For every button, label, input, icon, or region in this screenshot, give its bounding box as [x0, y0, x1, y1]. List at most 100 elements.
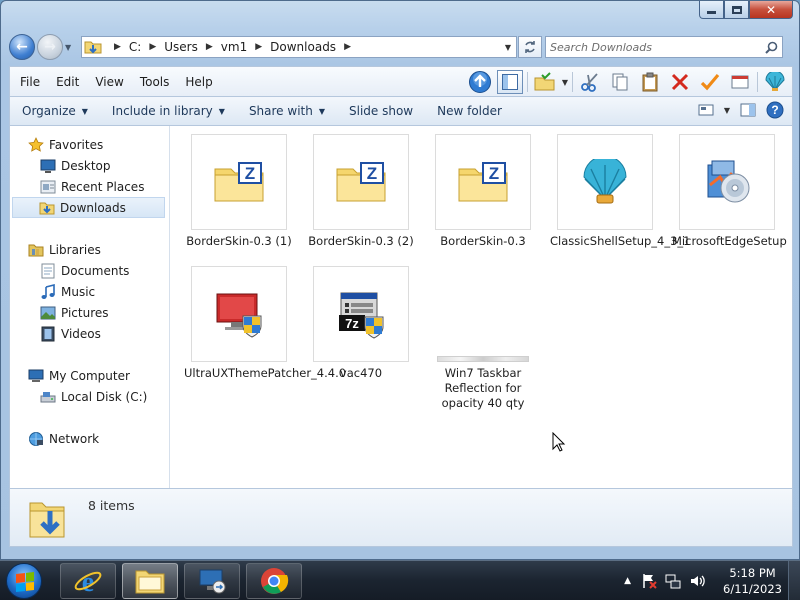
nav-local-disk[interactable]: Local Disk (C:): [10, 386, 169, 407]
action-center-flag-icon[interactable]: [641, 573, 657, 589]
chevron-down-icon: ▼: [318, 106, 325, 116]
address-folder-icon: [84, 40, 102, 54]
nav-libraries-label: Libraries: [49, 242, 101, 257]
nav-recent-places[interactable]: Recent Places: [10, 176, 169, 197]
menu-tools[interactable]: Tools: [132, 75, 178, 89]
music-icon: [40, 283, 56, 300]
taskbar-remote-desktop[interactable]: [184, 563, 240, 599]
file-item[interactable]: ClassicShellSetup_4_3_1: [546, 134, 691, 249]
file-name: BorderSkin-0.3: [440, 234, 526, 248]
close-button[interactable]: ✕: [749, 1, 793, 19]
share-with-button[interactable]: Share with ▼: [237, 104, 337, 118]
show-desktop-button[interactable]: [788, 561, 800, 600]
breadcrumb-c-drive[interactable]: C:: [129, 40, 141, 54]
select-button[interactable]: [697, 70, 723, 94]
change-view-icon[interactable]: [698, 103, 714, 117]
file-item[interactable]: Z BorderSkin-0.3: [424, 134, 542, 249]
properties-button[interactable]: [727, 70, 753, 94]
file-item[interactable]: Win7 Taskbar Reflection for opacity 40 q…: [424, 266, 542, 411]
include-in-library-button[interactable]: Include in library ▼: [100, 104, 237, 118]
installer-disc-icon: [707, 160, 750, 203]
menu-edit[interactable]: Edit: [48, 75, 87, 89]
breadcrumb-chevron-icon[interactable]: ▶: [206, 42, 213, 52]
breadcrumb-downloads[interactable]: Downloads: [270, 40, 336, 54]
menu-bar: File Edit View Tools Help ▼: [9, 66, 793, 96]
view-dropdown-icon[interactable]: ▼: [724, 106, 730, 115]
volume-icon[interactable]: [689, 573, 705, 589]
breadcrumb-chevron-icon[interactable]: ▶: [344, 42, 351, 52]
breadcrumb-users[interactable]: Users: [164, 40, 198, 54]
nav-my-computer[interactable]: My Computer: [10, 365, 169, 386]
clock[interactable]: 5:18 PM 6/11/2023: [723, 565, 782, 597]
nav-favorites[interactable]: Favorites: [10, 134, 169, 155]
show-hidden-icons-button[interactable]: ▲: [624, 576, 631, 586]
paste-button[interactable]: [637, 70, 663, 94]
breadcrumb-chevron-icon[interactable]: ▶: [255, 42, 262, 52]
breadcrumb-chevron-icon[interactable]: ▶: [114, 42, 121, 52]
file-item[interactable]: Z BorderSkin-0.3 (2): [302, 134, 420, 249]
shell-icon: [765, 72, 785, 91]
folders-pane-button[interactable]: [496, 70, 523, 94]
taskbar-chrome[interactable]: [246, 563, 302, 599]
start-button[interactable]: [6, 563, 42, 599]
file-item[interactable]: MicrosoftEdgeSetup: [668, 134, 787, 249]
nav-libraries[interactable]: Libraries: [10, 239, 169, 260]
menu-file[interactable]: File: [10, 75, 48, 89]
back-button[interactable]: ←: [9, 34, 35, 60]
nav-videos[interactable]: Videos: [10, 323, 169, 344]
breadcrumb-chevron-icon[interactable]: ▶: [149, 42, 156, 52]
maximize-button[interactable]: [724, 1, 749, 19]
delete-button[interactable]: [667, 70, 693, 94]
address-bar[interactable]: ▶ C: ▶ Users ▶ vm1 ▶ Downloads ▶ ▼: [81, 36, 517, 58]
help-icon[interactable]: ?: [766, 101, 784, 119]
file-item[interactable]: 7z vac470: [302, 266, 420, 381]
copy-button[interactable]: [607, 70, 633, 94]
copy-icon: [612, 73, 628, 91]
scissors-icon: [581, 73, 598, 92]
theme-patcher-icon: [216, 293, 262, 338]
nav-documents[interactable]: Documents: [10, 260, 169, 281]
nav-downloads[interactable]: Downloads: [12, 197, 165, 218]
zip-folder-icon: Z: [214, 162, 264, 202]
slide-show-button[interactable]: Slide show: [337, 104, 425, 118]
organize-button[interactable]: Organize ▼: [10, 104, 100, 118]
file-name: BorderSkin-0.3 (2): [308, 234, 414, 248]
refresh-button[interactable]: [518, 36, 542, 58]
file-item[interactable]: Z BorderSkin-0.3 (1): [180, 134, 298, 249]
settings-dropdown-icon[interactable]: ▼: [562, 78, 568, 87]
search-input[interactable]: [550, 40, 750, 54]
file-thumbnail: Z: [435, 134, 531, 230]
taskbar-windows-explorer[interactable]: [122, 563, 178, 599]
address-dropdown-icon[interactable]: ▼: [500, 37, 516, 57]
nav-network[interactable]: Network: [10, 428, 169, 449]
file-item[interactable]: UltraUXThemePatcher_4.4.0: [180, 266, 346, 381]
nav-music[interactable]: Music: [10, 281, 169, 302]
file-thumbnail: [679, 134, 775, 230]
new-folder-button[interactable]: New folder: [425, 104, 514, 118]
maximize-icon: [731, 5, 742, 14]
recent-pages-dropdown[interactable]: ▼: [65, 43, 77, 52]
taskbar-internet-explorer[interactable]: e: [60, 563, 116, 599]
menu-view[interactable]: View: [87, 75, 131, 89]
command-bar: Organize ▼ Include in library ▼ Share with…: [9, 96, 793, 126]
explorer-window: ✕ ← → ▼ ▶ C: ▶ Users ▶ vm1 ▶ Downloads ▶…: [0, 0, 800, 560]
folder-settings-icon: [534, 72, 555, 91]
nav-desktop[interactable]: Desktop: [10, 155, 169, 176]
nav-music-label: Music: [61, 284, 96, 299]
taskbar: e ▲ 5:18 PM 6/11/2023: [0, 560, 800, 600]
settings-button[interactable]: [532, 70, 558, 94]
file-thumbnail: [191, 266, 287, 362]
classic-shell-button[interactable]: [762, 70, 788, 94]
forward-button[interactable]: →: [37, 34, 63, 60]
preview-pane-icon[interactable]: [740, 103, 756, 117]
search-box[interactable]: [545, 36, 783, 58]
chrome-icon: [261, 568, 289, 594]
toolbar-separator: [757, 72, 758, 92]
minimize-button[interactable]: [699, 1, 724, 19]
up-one-level-button[interactable]: [467, 70, 493, 94]
menu-help[interactable]: Help: [177, 75, 220, 89]
cut-button[interactable]: [577, 70, 603, 94]
network-tray-icon[interactable]: [665, 573, 681, 589]
breadcrumb-vm1[interactable]: vm1: [221, 40, 247, 54]
nav-pictures[interactable]: Pictures: [10, 302, 169, 323]
